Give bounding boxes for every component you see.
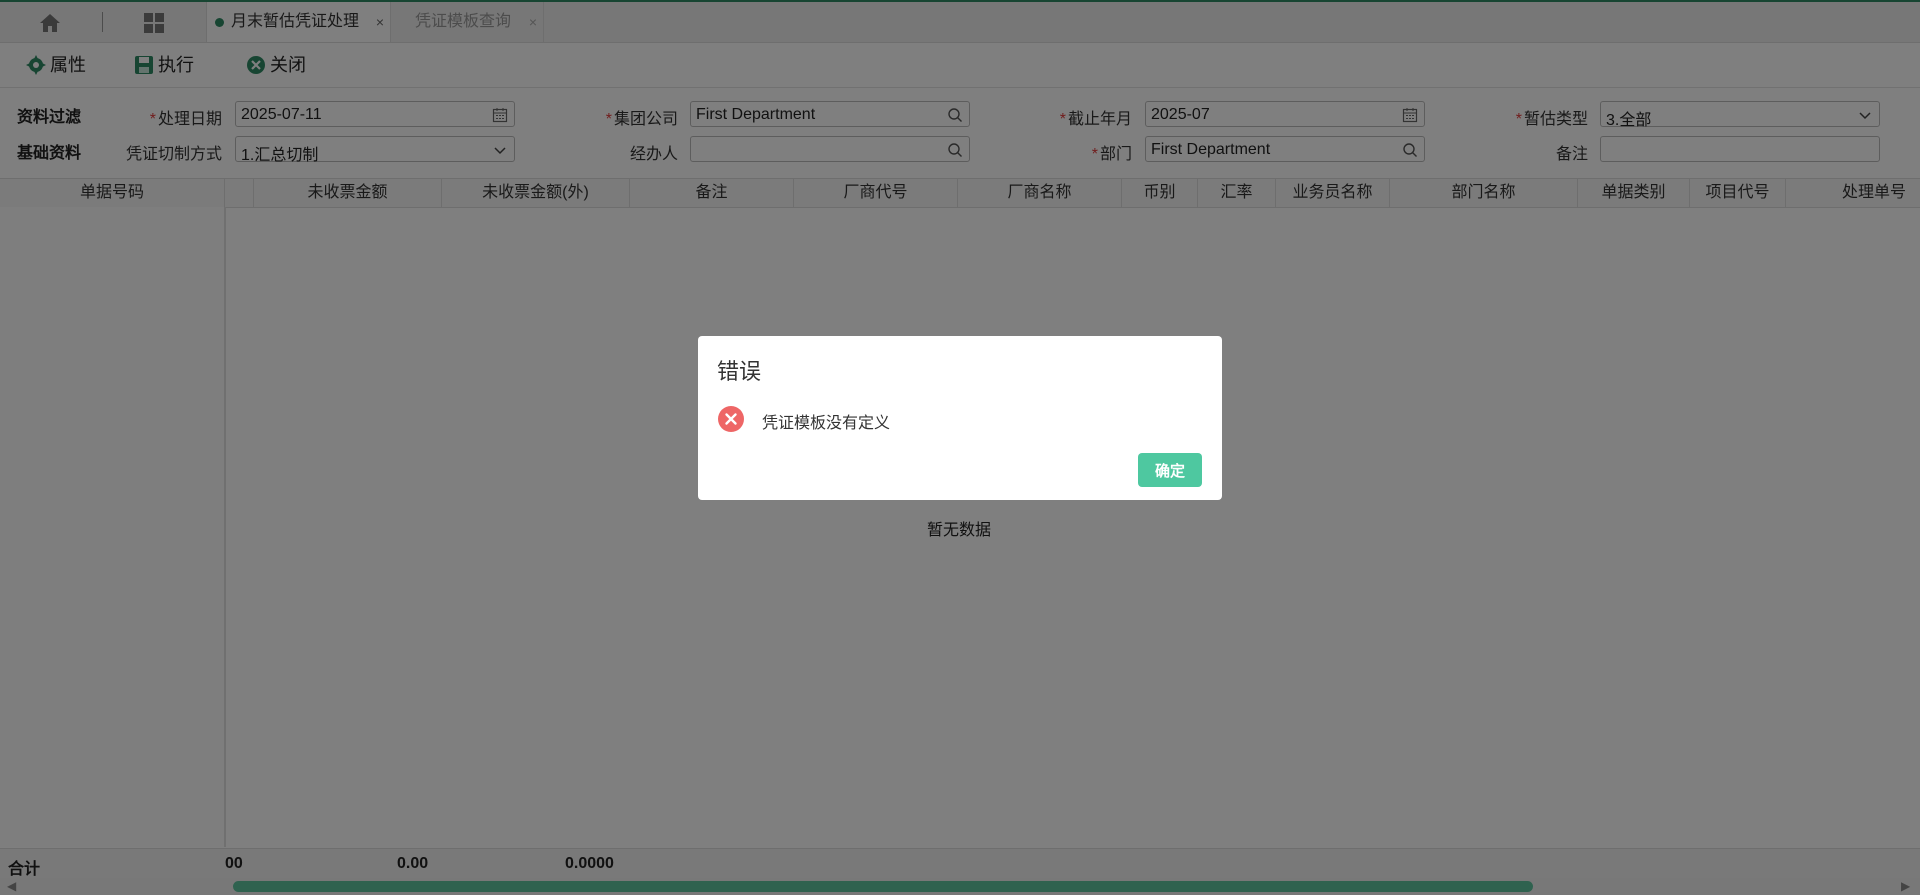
ok-button[interactable]: 确定 xyxy=(1138,453,1202,487)
dialog-message: 凭证模板没有定义 xyxy=(762,415,891,432)
error-icon xyxy=(718,406,744,432)
error-dialog: 错误 凭证模板没有定义 确定 xyxy=(698,336,1222,500)
dialog-title: 错误 xyxy=(717,359,762,384)
